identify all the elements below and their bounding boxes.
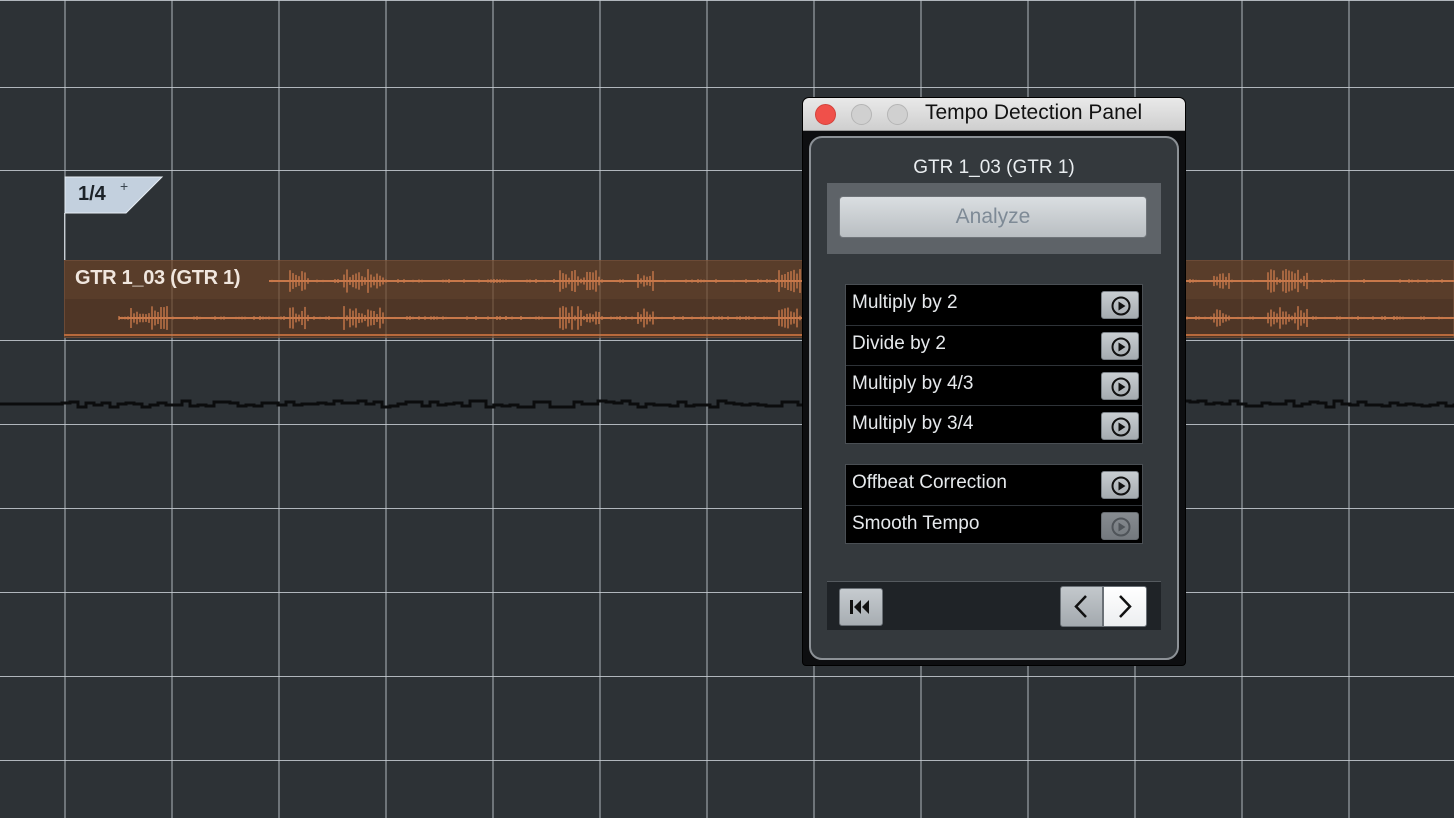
audio-event-label: GTR 1_03 (GTR 1) <box>75 267 241 289</box>
tempo-detection-panel: Tempo Detection Panel GTR 1_03 (GTR 1) A… <box>803 98 1185 665</box>
window-title: Tempo Detection Panel <box>925 101 1143 124</box>
event-name-label: GTR 1_03 (GTR 1) <box>913 157 1075 178</box>
play-icon <box>1111 417 1131 437</box>
tempo-operations-list: Multiply by 2 Divide by 2 Multiply by 4/… <box>845 284 1143 444</box>
audio-waveform <box>64 260 1454 338</box>
list-item-smooth-tempo: Smooth Tempo <box>846 505 1142 545</box>
operation-label: Divide by 2 <box>852 333 946 354</box>
navigation-bar <box>827 581 1161 630</box>
signature-marker-line <box>64 213 65 261</box>
play-icon <box>1111 377 1131 397</box>
apply-multiply-by-2-button[interactable] <box>1101 291 1139 319</box>
go-to-start-button[interactable] <box>839 588 883 626</box>
audio-event[interactable]: GTR 1_03 (GTR 1) <box>64 260 1454 338</box>
analyze-section: Analyze <box>827 183 1161 254</box>
operation-label: Smooth Tempo <box>852 513 980 534</box>
list-item-divide-by-2: Divide by 2 <box>846 325 1142 365</box>
go-to-start-icon <box>850 600 869 614</box>
play-icon <box>1111 517 1131 537</box>
correction-operations-list: Offbeat Correction Smooth Tempo <box>845 464 1143 544</box>
play-icon <box>1111 476 1131 496</box>
title-bar[interactable]: Tempo Detection Panel <box>803 98 1185 131</box>
operation-label: Offbeat Correction <box>852 472 1007 493</box>
minimize-button[interactable] <box>851 104 872 125</box>
arrange-window[interactable]: 1/4 + GTR 1_03 (GTR 1) <box>0 0 1454 818</box>
tempo-curve <box>0 399 1454 409</box>
signature-label: 1/4 <box>78 183 106 205</box>
analyze-button[interactable]: Analyze <box>839 196 1147 238</box>
apply-offbeat-correction-button[interactable] <box>1101 471 1139 499</box>
chevron-right-icon <box>1119 595 1132 618</box>
apply-smooth-tempo-button[interactable] <box>1101 512 1139 540</box>
operation-label: Multiply by 3/4 <box>852 413 974 434</box>
apply-multiply-by-4-3-button[interactable] <box>1101 372 1139 400</box>
signature-marker[interactable]: 1/4 + <box>64 176 164 214</box>
next-button[interactable] <box>1103 586 1147 627</box>
previous-button[interactable] <box>1060 586 1103 627</box>
list-item-multiply-by-4-3: Multiply by 4/3 <box>846 365 1142 405</box>
close-button[interactable] <box>815 104 836 125</box>
add-icon[interactable]: + <box>120 178 128 194</box>
apply-divide-by-2-button[interactable] <box>1101 332 1139 360</box>
operation-label: Multiply by 4/3 <box>852 373 974 394</box>
play-icon <box>1111 337 1131 357</box>
zoom-button[interactable] <box>887 104 908 125</box>
apply-multiply-by-3-4-button[interactable] <box>1101 412 1139 440</box>
list-item-multiply-by-2: Multiply by 2 <box>846 285 1142 325</box>
operation-label: Multiply by 2 <box>852 292 958 313</box>
list-item-offbeat-correction: Offbeat Correction <box>846 465 1142 505</box>
panel-body: GTR 1_03 (GTR 1) Analyze Multiply by 2 D… <box>809 136 1179 660</box>
list-item-multiply-by-3-4: Multiply by 3/4 <box>846 405 1142 445</box>
play-icon <box>1111 296 1131 316</box>
chevron-left-icon <box>1074 595 1087 618</box>
